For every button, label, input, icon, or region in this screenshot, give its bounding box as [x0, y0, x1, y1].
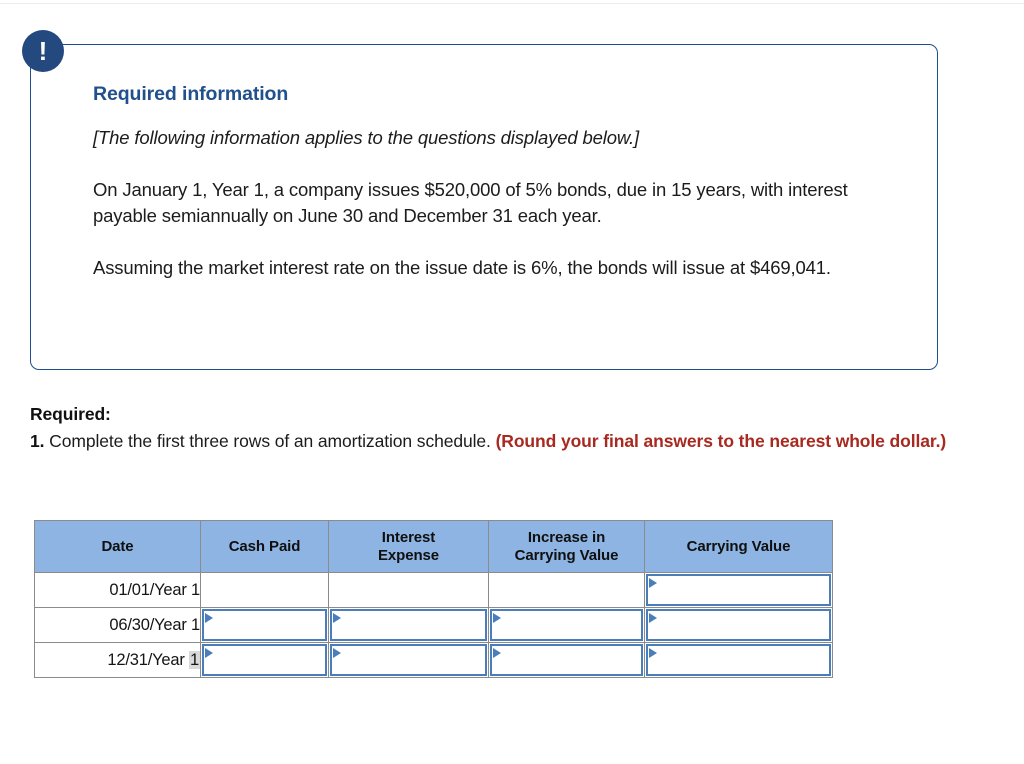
row-2-carrying-value-input[interactable] [646, 609, 831, 641]
row-3-cash-paid-cell[interactable] [200, 642, 329, 678]
column-header-interest-expense-line2: Expense [378, 546, 439, 564]
row-3-date-cell: 12/31/Year 1 [34, 642, 201, 678]
row-3-carrying-value-cell[interactable] [644, 642, 833, 678]
row-2-date-suffix: 1 [191, 615, 200, 634]
table-row: 01/01/Year 1 [34, 572, 833, 608]
row-1-increase-carrying-value-cell [488, 572, 645, 608]
amortization-schedule-table: Date Cash Paid Interest Expense Increase… [34, 520, 833, 678]
callout-paragraph-1: On January 1, Year 1, a company issues $… [93, 179, 848, 226]
row-2-interest-expense-cell[interactable] [328, 607, 489, 643]
table-row: 12/31/Year 1 [34, 642, 833, 678]
column-header-increase-line1: Increase in [527, 528, 606, 546]
callout-title: Required information [93, 83, 289, 105]
callout-note: [The following information applies to th… [93, 127, 640, 148]
exclamation-icon: ! [22, 30, 64, 72]
column-header-interest-expense: Interest Expense [328, 520, 489, 573]
exclamation-glyph: ! [38, 36, 48, 66]
required-label: Required: [30, 404, 111, 424]
row-2-interest-expense-input[interactable] [330, 609, 487, 641]
required-item-emphasis: (Round your final answers to the nearest… [495, 431, 947, 451]
row-2-carrying-value-wrap [645, 608, 832, 642]
row-3-interest-expense-input[interactable] [330, 644, 487, 676]
row-3-date-highlight: 1 [189, 650, 200, 669]
row-1-carrying-value-cell[interactable] [644, 572, 833, 608]
row-2-cash-paid-input[interactable] [202, 609, 327, 641]
row-3-interest-expense-wrap [329, 643, 488, 677]
row-3-increase-carrying-value-wrap [489, 643, 644, 677]
column-header-increase-in-carrying-value: Increase in Carrying Value [488, 520, 645, 573]
column-header-cash-paid: Cash Paid [200, 520, 329, 573]
required-item-number: 1. [30, 431, 45, 451]
table-header-row: Date Cash Paid Interest Expense Increase… [34, 520, 833, 573]
row-2-date-cell: 06/30/Year 1 [34, 607, 201, 643]
column-header-increase-line2: Carrying Value [514, 546, 619, 564]
row-2-increase-carrying-value-input[interactable] [490, 609, 643, 641]
row-1-date-prefix: 01/01/Year [109, 580, 192, 599]
column-header-cash-paid-line1: Cash Paid [228, 537, 301, 555]
row-3-increase-carrying-value-input[interactable] [490, 644, 643, 676]
column-header-carrying-value: Carrying Value [644, 520, 833, 573]
row-3-date-prefix: 12/31/Year [107, 650, 190, 669]
row-3-cash-paid-input[interactable] [202, 644, 327, 676]
row-2-increase-carrying-value-cell[interactable] [488, 607, 645, 643]
required-item-1: 1. Complete the first three rows of an a… [30, 429, 990, 454]
row-2-cash-paid-cell[interactable] [200, 607, 329, 643]
callout-paragraph-2: Assuming the market interest rate on the… [93, 257, 831, 278]
row-1-date-cell: 01/01/Year 1 [34, 572, 201, 608]
row-2-cash-paid-wrap [201, 608, 328, 642]
required-information-callout: Required information [The following info… [30, 44, 938, 370]
required-section: Required: 1. Complete the first three ro… [30, 404, 990, 454]
row-1-increase-carrying-value-empty [489, 573, 644, 607]
top-divider [0, 3, 1024, 4]
row-1-interest-expense-cell [328, 572, 489, 608]
row-3-cash-paid-wrap [201, 643, 328, 677]
row-3-increase-carrying-value-cell[interactable] [488, 642, 645, 678]
row-1-interest-expense-empty [329, 573, 488, 607]
required-item-text: Complete the first three rows of an amor… [44, 431, 496, 451]
table-row: 06/30/Year 1 [34, 607, 833, 643]
row-3-carrying-value-input[interactable] [646, 644, 831, 676]
row-1-date-suffix: 1 [191, 580, 200, 599]
column-header-date-line1: Date [101, 537, 134, 555]
row-2-increase-carrying-value-wrap [489, 608, 644, 642]
column-header-date: Date [34, 520, 201, 573]
row-1-cash-paid-cell [200, 572, 329, 608]
row-3-carrying-value-wrap [645, 643, 832, 677]
row-2-interest-expense-wrap [329, 608, 488, 642]
row-1-carrying-value-input[interactable] [646, 574, 831, 606]
row-2-date-prefix: 06/30/Year [109, 615, 192, 634]
column-header-interest-expense-line1: Interest [381, 528, 436, 546]
row-3-interest-expense-cell[interactable] [328, 642, 489, 678]
row-1-carrying-value-wrap [645, 573, 832, 607]
callout-content: Required information [The following info… [93, 83, 883, 281]
row-2-carrying-value-cell[interactable] [644, 607, 833, 643]
column-header-carrying-value-line1: Carrying Value [686, 537, 791, 555]
row-1-cash-paid-empty [201, 573, 328, 607]
